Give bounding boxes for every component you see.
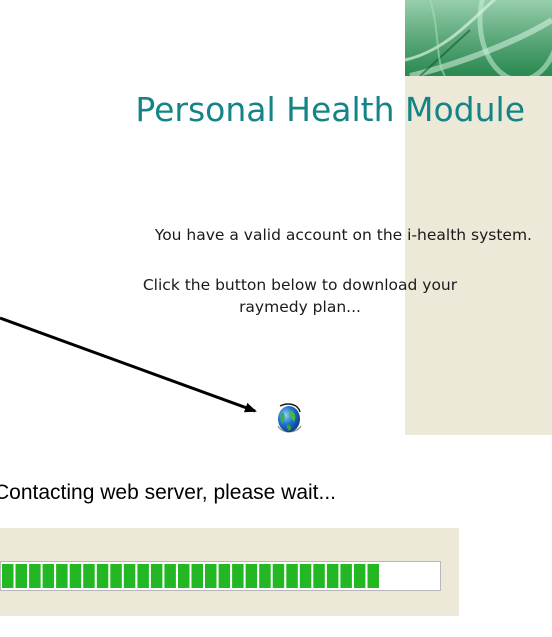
progress-status-text: Contacting web server, please wait... — [0, 481, 337, 504]
page-title: Personal Health Module — [135, 90, 525, 129]
progress-segment — [83, 564, 95, 588]
account-status-text: You have a valid account on the i-health… — [154, 226, 532, 244]
progress-segment — [69, 564, 82, 588]
progress-segment — [326, 564, 339, 588]
progress-segment — [123, 564, 136, 588]
progress-segment — [137, 564, 149, 588]
globe-icon — [277, 403, 302, 433]
progress-segment — [286, 564, 298, 588]
progress-segment — [245, 564, 258, 588]
progress-segment — [96, 564, 109, 588]
progress-fill — [2, 564, 379, 588]
progress-segment — [218, 564, 231, 588]
progress-segment — [340, 564, 352, 588]
progress-segment — [313, 564, 325, 588]
banner-graphic — [404, 0, 552, 76]
progress-segment — [299, 564, 312, 588]
header-banner — [0, 0, 552, 76]
progress-segment — [191, 564, 203, 588]
instruction-line-1: Click the button below to download your — [142, 276, 458, 294]
progress-segment — [29, 564, 41, 588]
progress-segment — [232, 564, 244, 588]
progress-segment — [42, 564, 55, 588]
download-plan-button[interactable] — [276, 400, 302, 434]
progress-area — [0, 528, 459, 616]
download-instructions: Click the button below to download your … — [100, 274, 500, 318]
progress-segment — [2, 564, 14, 588]
instruction-line-2: raymedy plan... — [239, 298, 361, 316]
progress-segment — [15, 564, 27, 588]
progress-segment — [353, 564, 366, 588]
progress-segment — [205, 564, 217, 588]
progress-segment — [56, 564, 68, 588]
progress-segment — [272, 564, 285, 588]
progress-segment — [110, 564, 122, 588]
progress-segment — [367, 564, 379, 588]
progress-segment — [164, 564, 176, 588]
progress-bar — [0, 561, 441, 591]
progress-segment — [178, 564, 190, 588]
progress-segment — [259, 564, 271, 588]
progress-segment — [150, 564, 163, 588]
